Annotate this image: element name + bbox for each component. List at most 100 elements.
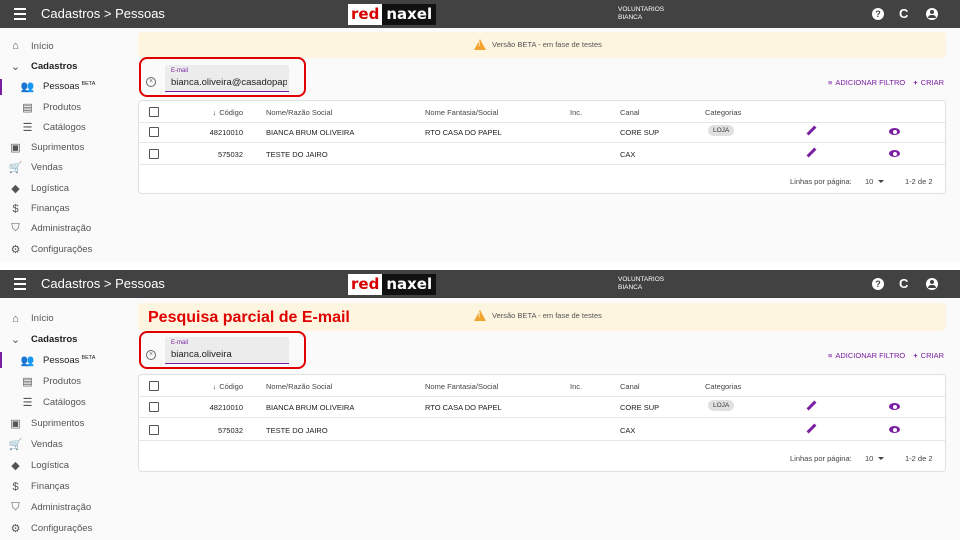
table-row[interactable]: 48210010 BIANCA BRUM OLIVEIRA RTO CASA D… (139, 121, 945, 143)
header-code[interactable]: ↓ Código (195, 108, 243, 117)
row-checkbox[interactable] (149, 149, 159, 159)
home-icon: ⌂ (12, 312, 19, 325)
sidebar-item-financas[interactable]: $ Finanças (0, 476, 130, 497)
eye-icon[interactable] (889, 150, 900, 157)
sidebar-item-produtos[interactable]: ▤ Produtos (0, 97, 130, 117)
top-app-bar: Cadastros > Pessoas red naxel VOLUNTARIOS… (0, 270, 960, 298)
table-row[interactable]: 575032 TESTE DO JAIRO CAX (139, 143, 945, 165)
sidebar-item-catalogos[interactable]: ☰ Catálogos (0, 392, 130, 413)
shield-icon: ⛉ (11, 222, 20, 235)
create-button[interactable]: + CRIAR (913, 78, 944, 87)
sidebar-item-catalogos[interactable]: ☰ Catálogos (0, 117, 130, 137)
sidebar-item-administracao[interactable]: ⛉ Administração (0, 219, 130, 239)
sidebar-item-inicio[interactable]: ⌂ Início (0, 308, 130, 329)
sort-arrow-icon: ↓ (212, 108, 217, 117)
people-icon: 👥 (20, 355, 35, 367)
header-fantasy[interactable]: Nome Fantasia/Social (425, 108, 498, 117)
chevron-down-icon: ⌄ (10, 60, 21, 73)
cell-fantasy: RTO CASA DO PAPEL (425, 403, 502, 412)
rednaxel-logo: red naxel (348, 274, 437, 295)
header-inc[interactable]: Inc. (570, 108, 582, 117)
sidebar-item-logistica[interactable]: ◆ Logística (0, 178, 130, 198)
user-info: VOLUNTARIOS BIANCA (618, 276, 665, 291)
sidebar-item-cadastros[interactable]: ⌄ Cadastros (0, 329, 130, 350)
cell-code: 48210010 (209, 128, 243, 137)
sidebar-item-pessoas[interactable]: 👥 Pessoas BETA (0, 350, 130, 371)
account-icon[interactable] (926, 278, 938, 290)
table-row[interactable]: 575032 TESTE DO JAIRO CAX (139, 419, 945, 441)
row-checkbox[interactable] (149, 425, 159, 435)
sidebar-item-configuracoes[interactable]: ⚙ Configurações (0, 518, 130, 539)
plus-icon: + (913, 351, 918, 360)
shield-icon: ⛉ (11, 501, 20, 513)
help-icon[interactable]: ? (872, 8, 884, 20)
cell-fantasy: RTO CASA DO PAPEL (425, 128, 502, 137)
rows-per-page-select[interactable]: 10 (865, 177, 873, 186)
menu-icon[interactable] (14, 8, 26, 20)
list-icon: ☰ (22, 121, 33, 134)
sidebar-item-suprimentos[interactable]: ▣ Suprimentos (0, 413, 130, 434)
cell-canal: CORE SUP (620, 403, 660, 412)
header-inc[interactable]: Inc. (570, 382, 582, 391)
refresh-icon[interactable]: C (899, 277, 911, 290)
sidebar-item-financas[interactable]: $ Finanças (0, 198, 130, 218)
people-table: ↓ Código Nome/Razão Social Nome Fantasia/… (138, 100, 946, 194)
row-checkbox[interactable] (149, 127, 159, 137)
header-categories: Categorias (705, 108, 742, 117)
sidebar-item-inicio[interactable]: ⌂ Início (0, 36, 130, 56)
create-button[interactable]: + CRIAR (913, 351, 944, 360)
cell-code: 48210010 (209, 403, 243, 412)
list-icon: ☰ (22, 397, 33, 409)
menu-icon[interactable] (14, 278, 26, 290)
header-name[interactable]: Nome/Razão Social (266, 382, 332, 391)
select-all-checkbox[interactable] (149, 381, 159, 391)
help-icon[interactable]: ? (872, 278, 884, 290)
sidebar-item-cadastros[interactable]: ⌄ Cadastros (0, 56, 130, 76)
panel-separator (0, 262, 960, 270)
sidebar-item-produtos[interactable]: ▤ Produtos (0, 371, 130, 392)
edit-icon[interactable] (806, 424, 817, 435)
row-checkbox[interactable] (149, 402, 159, 412)
sidebar-item-suprimentos[interactable]: ▣ Suprimentos (0, 137, 130, 157)
header-name[interactable]: Nome/Razão Social (266, 108, 332, 117)
home-icon: ⌂ (12, 40, 19, 53)
sidebar-item-vendas[interactable]: 🛒 Vendas (0, 158, 130, 178)
top-app-bar: Cadastros > Pessoas red naxel VOLUNTARIOS… (0, 0, 960, 28)
sidebar-item-vendas[interactable]: 🛒 Vendas (0, 434, 130, 455)
warning-icon (474, 310, 486, 321)
account-icon[interactable] (926, 8, 938, 20)
cell-canal: CAX (620, 150, 636, 159)
add-filter-button[interactable]: ≡ ADICIONAR FILTRO (828, 78, 905, 87)
directions-icon: ◆ (11, 460, 20, 472)
breadcrumb-title: Cadastros > Pessoas (41, 6, 165, 21)
eye-icon[interactable] (889, 128, 900, 135)
screenshot-top: Cadastros > Pessoas red naxel VOLUNTARIOS… (0, 0, 960, 262)
refresh-icon[interactable]: C (899, 7, 911, 20)
rows-per-page-select[interactable]: 10 (865, 454, 873, 463)
cell-name: BIANCA BRUM OLIVEIRA (266, 128, 355, 137)
cart-icon: 🛒 (8, 439, 23, 451)
dropdown-arrow-icon[interactable] (878, 457, 884, 460)
add-filter-button[interactable]: ≡ ADICIONAR FILTRO (828, 351, 905, 360)
table-row[interactable]: 48210010 BIANCA BRUM OLIVEIRA RTO CASA D… (139, 396, 945, 418)
eye-icon[interactable] (889, 403, 900, 410)
header-canal[interactable]: Canal (620, 382, 640, 391)
sidebar-item-administracao[interactable]: ⛉ Administração (0, 497, 130, 518)
highlight-box (139, 57, 306, 97)
highlight-box (139, 331, 306, 369)
dropdown-arrow-icon[interactable] (878, 180, 884, 183)
header-canal[interactable]: Canal (620, 108, 640, 117)
edit-icon[interactable] (806, 401, 817, 412)
header-fantasy[interactable]: Nome Fantasia/Social (425, 382, 498, 391)
edit-icon[interactable] (806, 148, 817, 159)
filter-icon: ≡ (828, 351, 833, 360)
select-all-checkbox[interactable] (149, 107, 159, 117)
edit-icon[interactable] (806, 126, 817, 137)
filter-icon: ≡ (828, 78, 833, 87)
header-categories: Categorias (705, 382, 742, 391)
sidebar-item-pessoas[interactable]: 👥 Pessoas BETA (0, 77, 130, 97)
eye-icon[interactable] (889, 426, 900, 433)
sidebar-item-configuracoes[interactable]: ⚙ Configurações (0, 239, 130, 259)
sidebar-item-logistica[interactable]: ◆ Logística (0, 455, 130, 476)
header-code[interactable]: ↓ Código (195, 382, 243, 391)
